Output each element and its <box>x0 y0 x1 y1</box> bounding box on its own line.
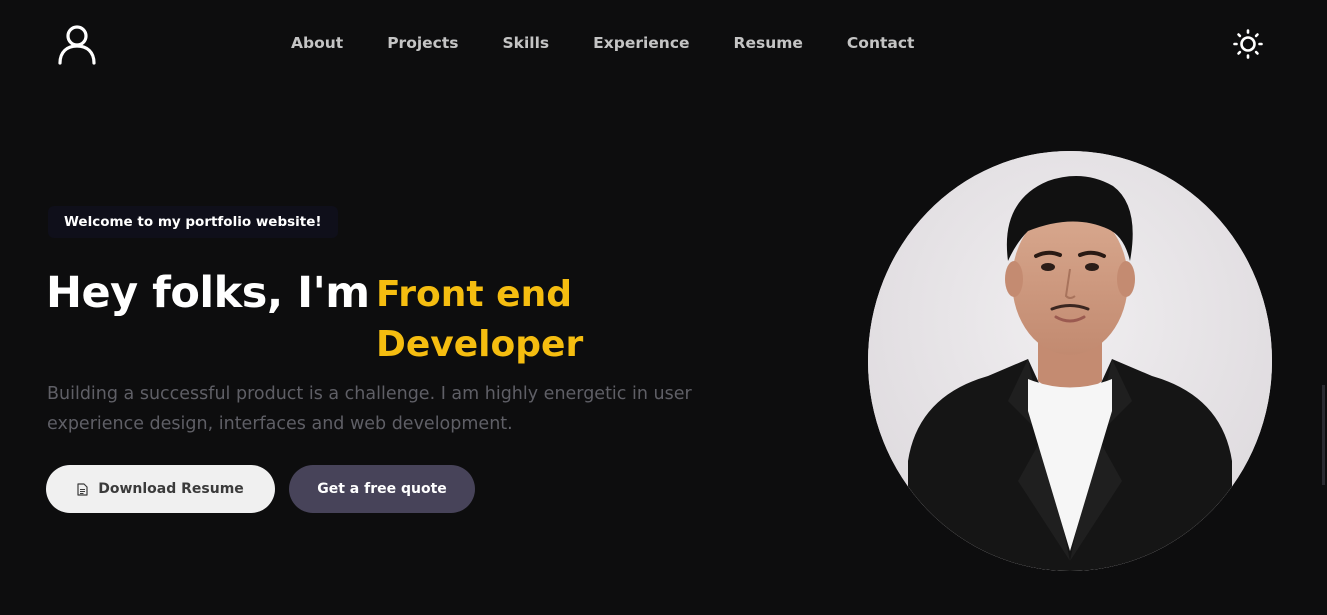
document-icon <box>77 482 88 496</box>
nav-about[interactable]: About <box>291 32 343 54</box>
sun-icon[interactable] <box>1233 29 1263 59</box>
role-title: Front end Developer <box>376 270 616 370</box>
nav-contact[interactable]: Contact <box>847 32 915 54</box>
nav-experience[interactable]: Experience <box>593 32 689 54</box>
free-quote-button[interactable]: Get a free quote <box>289 465 475 513</box>
download-resume-label: Download Resume <box>98 481 244 497</box>
welcome-badge: Welcome to my portfolio website! <box>48 206 338 238</box>
free-quote-label: Get a free quote <box>317 481 447 497</box>
nav-projects[interactable]: Projects <box>387 32 458 54</box>
hero-description: Building a successful product is a chall… <box>47 384 692 434</box>
nav-resume[interactable]: Resume <box>734 32 803 54</box>
main-nav: About Projects Skills Experience Resume … <box>291 32 914 54</box>
portfolio-page: About Projects Skills Experience Resume … <box>0 0 1327 615</box>
download-resume-button[interactable]: Download Resume <box>46 465 275 513</box>
role-line-1: Front end <box>376 274 572 315</box>
scrollbar-edge <box>1322 385 1325 485</box>
user-logo-icon[interactable] <box>56 23 98 65</box>
hero-title: Hey folks, I'm <box>46 268 370 318</box>
nav-skills[interactable]: Skills <box>503 32 550 54</box>
profile-photo <box>868 151 1272 571</box>
role-line-2: Developer <box>376 324 584 365</box>
